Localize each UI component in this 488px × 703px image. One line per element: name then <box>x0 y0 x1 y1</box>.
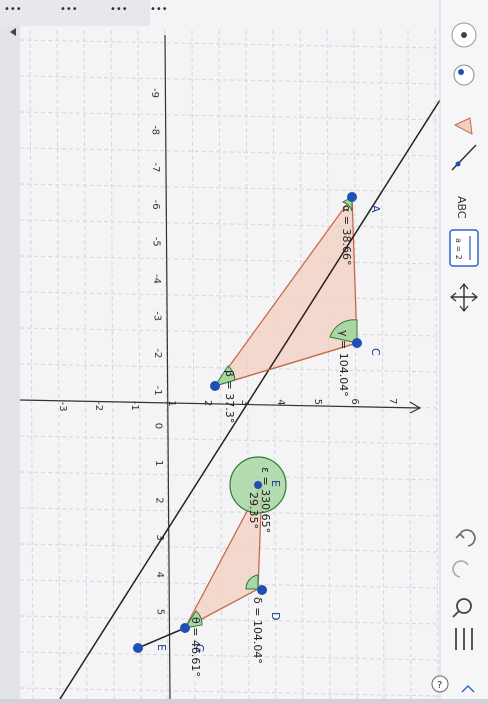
left-edge-strip <box>0 0 20 699</box>
text-tool[interactable]: ABC <box>455 196 468 219</box>
dots-3[interactable]: ••• <box>110 4 128 15</box>
x-tick-label: -3 <box>151 311 162 321</box>
x-tick-label: 0 <box>153 423 164 429</box>
dots-2[interactable]: ••• <box>60 4 78 15</box>
point-a[interactable] <box>347 192 357 202</box>
point-tool-icon <box>453 64 475 86</box>
dots-4[interactable]: ••• <box>150 4 168 15</box>
y-tick-label: 2 <box>202 400 213 406</box>
x-tick-label: -4 <box>151 274 162 284</box>
label-theta: θ = 46.61° <box>189 617 202 677</box>
x-tick-label: -5 <box>151 237 162 247</box>
x-tick-label: 5 <box>155 609 166 615</box>
help-label: ? <box>437 680 442 691</box>
point-g[interactable] <box>180 623 190 633</box>
x-tick-label: -6 <box>150 200 161 210</box>
tool-move[interactable] <box>451 22 477 48</box>
y-tick-label: 7 <box>387 398 398 404</box>
label-delta: δ = 104.04° <box>251 597 264 664</box>
toolbar <box>440 0 488 699</box>
geometry-canvas-svg[interactable]: -9-8-7-6-5-4-3-2-1012345 7654321-1-2-3 A… <box>0 0 488 700</box>
geogebra-screen: -9 -8 -7 -6 -5 -4 -3 -2 -1 0 1 2 3 4 5 7 6 5 4 3 2 1 -1 -2 -3 A… <box>0 0 488 700</box>
tool-slider[interactable]: a = 2 <box>449 229 479 267</box>
y-tick-label: 5 <box>312 399 323 405</box>
y-tick-label: 6 <box>349 398 360 404</box>
x-tick-label: 4 <box>154 572 165 578</box>
y-tick-label: 1 <box>166 400 177 406</box>
move-tool-dot <box>461 32 467 38</box>
dots-1[interactable]: ••• <box>4 4 22 15</box>
label-c: C <box>369 348 382 356</box>
x-tick-label: -9 <box>149 88 160 98</box>
label-e2: E <box>155 644 168 651</box>
point-e2[interactable] <box>133 643 143 653</box>
slider-tool-label: a = 2 <box>454 238 463 260</box>
label-alpha: α = 38.66° <box>340 205 353 265</box>
line-tool-dot <box>455 161 461 167</box>
x-tick-label: -7 <box>150 162 161 172</box>
y-tick-label: 4 <box>275 399 286 405</box>
label-beta: β = 37.3° <box>223 370 236 423</box>
point-d[interactable] <box>257 585 267 595</box>
tool-point[interactable] <box>453 64 475 86</box>
label-epsilon-b: 29.35° <box>247 492 260 529</box>
x-tick-label: -8 <box>149 125 160 135</box>
point-c[interactable] <box>352 338 362 348</box>
x-tick-label: -2 <box>152 348 163 358</box>
y-tick-label: -1 <box>129 401 140 411</box>
y-tick-label: -2 <box>93 401 104 411</box>
x-tick-label: 1 <box>153 460 164 466</box>
point-tool-dot <box>458 69 464 75</box>
x-tick-label: -1 <box>152 386 163 396</box>
label-a: A <box>369 205 382 213</box>
x-tick-label: 2 <box>153 497 164 503</box>
y-tick-label: -3 <box>57 402 68 412</box>
label-gamma: γ = 104.04° <box>337 330 350 397</box>
label-d: D <box>269 612 282 620</box>
point-b[interactable] <box>210 381 220 391</box>
